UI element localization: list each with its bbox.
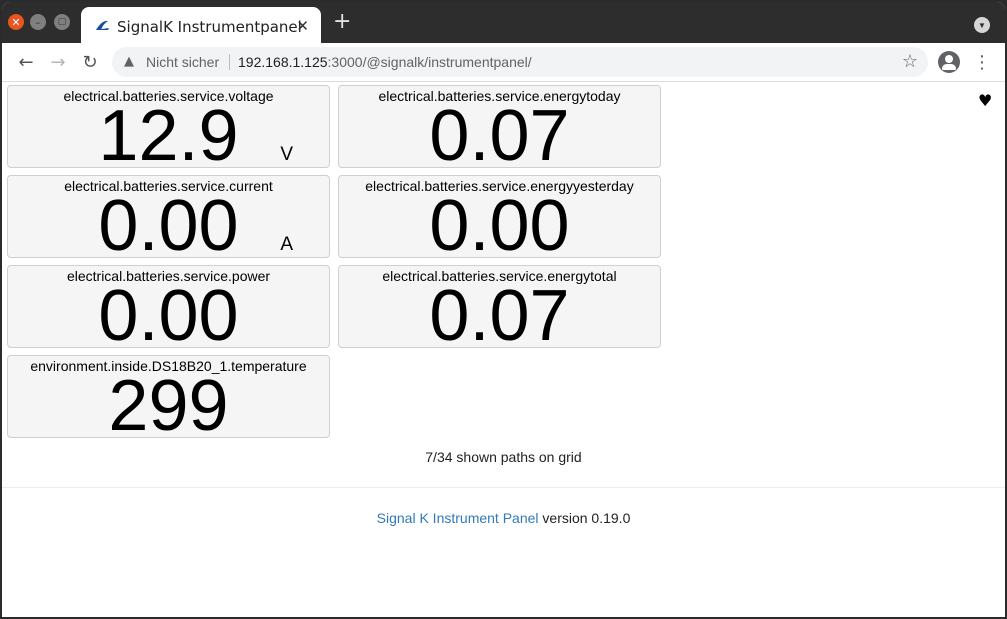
shown-paths-info: 7/34 shown paths on grid: [425, 449, 582, 465]
bookmark-star-icon[interactable]: ☆: [902, 51, 918, 72]
cell-value: 0.07: [429, 96, 570, 168]
browser-window: ✕ – ▢ SignalK Instrumentpanel ✕ + ▼ ← → …: [2, 2, 1005, 617]
instrument-cell[interactable]: electrical.batteries.service.energyyeste…: [338, 175, 661, 258]
arrow-right-icon: →: [50, 51, 66, 73]
instrument-panel-page: electrical.batteries.service.voltage 12.…: [2, 82, 1005, 617]
back-button[interactable]: ←: [15, 51, 37, 73]
chevron-down-icon: ▼: [978, 20, 986, 30]
instrument-cell[interactable]: electrical.batteries.service.energytoday…: [338, 85, 661, 168]
tab-close-button[interactable]: ✕: [296, 17, 309, 35]
maximize-icon: ▢: [57, 16, 67, 27]
instrument-cell[interactable]: electrical.batteries.service.current 0.0…: [7, 175, 330, 258]
address-bar[interactable]: ▲ Nicht sicher 192.168.1.125:3000/@signa…: [112, 47, 928, 77]
close-icon: ✕: [11, 15, 21, 29]
arrow-left-icon: ←: [18, 51, 34, 73]
window-maximize-button[interactable]: ▢: [54, 14, 70, 30]
reload-button[interactable]: ↻: [79, 51, 101, 73]
kebab-menu-icon[interactable]: ⋮: [972, 51, 992, 73]
version-text: version 0.19.0: [538, 510, 631, 526]
warning-triangle-icon[interactable]: ▲: [124, 54, 134, 69]
minimize-icon: –: [35, 15, 41, 29]
address-separator: [229, 54, 230, 70]
heart-icon[interactable]: ♥: [978, 91, 992, 110]
instrument-cell[interactable]: electrical.batteries.service.power 0.00: [7, 265, 330, 348]
tab-bar: ✕ – ▢ SignalK Instrumentpanel ✕ + ▼: [2, 2, 1005, 43]
tab-title: SignalK Instrumentpanel: [117, 18, 302, 36]
url-host: 192.168.1.125: [238, 54, 328, 70]
instrument-cell[interactable]: electrical.batteries.service.energytotal…: [338, 265, 661, 348]
url-path: :3000/@signalk/instrumentpanel/: [327, 54, 532, 70]
url-text[interactable]: 192.168.1.125:3000/@signalk/instrumentpa…: [238, 54, 532, 70]
footer: Signal K Instrument Panel version 0.19.0: [2, 510, 1005, 526]
tab-search-button[interactable]: ▼: [974, 17, 990, 33]
tab-signalk-instrumentpanel[interactable]: SignalK Instrumentpanel ✕: [81, 7, 321, 43]
forward-button[interactable]: →: [47, 51, 69, 73]
window-minimize-button[interactable]: –: [30, 14, 46, 30]
cell-unit: A: [280, 234, 293, 255]
cell-unit: V: [280, 144, 293, 165]
new-tab-button[interactable]: +: [333, 11, 351, 33]
footer-divider: [2, 487, 1005, 488]
window-close-button[interactable]: ✕: [8, 14, 24, 30]
instrument-panel-link[interactable]: Signal K Instrument Panel: [377, 510, 539, 526]
reload-icon: ↻: [82, 51, 98, 73]
cell-value: 299: [108, 366, 229, 438]
instrument-cell[interactable]: environment.inside.DS18B20_1.temperature…: [7, 355, 330, 438]
cell-value: 0.00: [429, 186, 570, 258]
cell-value: 0.07: [429, 276, 570, 348]
cell-value: 0.00: [98, 276, 239, 348]
signalk-favicon-icon: [95, 20, 109, 30]
security-label[interactable]: Nicht sicher: [146, 54, 219, 70]
account-icon[interactable]: [938, 51, 960, 73]
browser-toolbar: ← → ↻ ▲ Nicht sicher 192.168.1.125:3000/…: [2, 43, 1005, 82]
instrument-cell[interactable]: electrical.batteries.service.voltage 12.…: [7, 85, 330, 168]
